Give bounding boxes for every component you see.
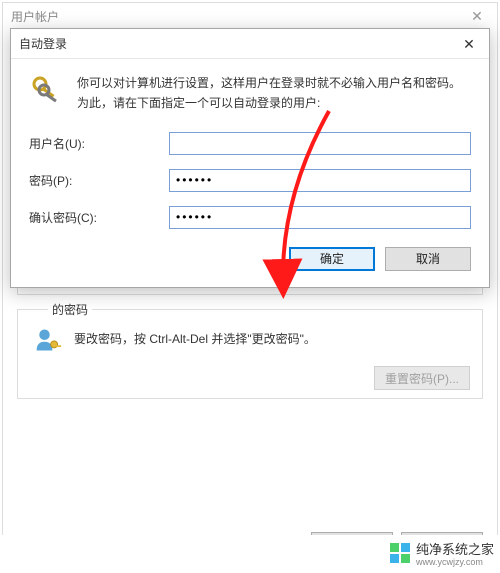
username-label: 用户名(U): bbox=[29, 135, 169, 152]
password-instruction: 要改密码，按 Ctrl-Alt-Del 并选择"更改密码"。 bbox=[74, 324, 316, 347]
modal-title: 自动登录 bbox=[19, 35, 67, 52]
parent-titlebar: 用户帐户 ✕ bbox=[3, 3, 497, 29]
modal-cancel-button[interactable]: 取消 bbox=[385, 247, 471, 271]
modal-titlebar: 自动登录 ✕ bbox=[11, 29, 489, 59]
close-icon: ✕ bbox=[471, 8, 483, 25]
username-input[interactable] bbox=[169, 132, 471, 155]
auto-login-dialog: 自动登录 ✕ 你可以对计算机进行设置，这样用户在登录时就不必输入用户名和密码。为… bbox=[10, 28, 490, 288]
watermark-name: 纯净系统之家 bbox=[416, 539, 494, 558]
modal-close-button[interactable]: ✕ bbox=[449, 29, 489, 59]
modal-info-text: 你可以对计算机进行设置，这样用户在登录时就不必输入用户名和密码。为此，请在下面指… bbox=[77, 73, 471, 114]
password-input[interactable] bbox=[169, 169, 471, 192]
confirm-password-input[interactable] bbox=[169, 206, 471, 229]
user-key-icon bbox=[34, 326, 62, 354]
watermark-logo-icon bbox=[390, 543, 410, 563]
watermark-url: www.ycwjzy.com bbox=[416, 557, 494, 567]
reset-password-button[interactable]: 重置密码(P)... bbox=[374, 366, 470, 390]
modal-footer: 确定 取消 bbox=[29, 247, 471, 271]
password-group: 的密码 要改密码，按 Ctrl-Alt-Del 并选择"更改密码"。 重置密码(… bbox=[17, 309, 483, 399]
modal-ok-button[interactable]: 确定 bbox=[289, 247, 375, 271]
password-legend: 的密码 bbox=[48, 301, 92, 318]
parent-close-button[interactable]: ✕ bbox=[457, 3, 497, 29]
password-label: 密码(P): bbox=[29, 172, 169, 189]
keys-icon bbox=[29, 73, 63, 107]
parent-title: 用户帐户 bbox=[11, 8, 59, 25]
close-icon: ✕ bbox=[463, 36, 475, 53]
modal-body: 你可以对计算机进行设置，这样用户在登录时就不必输入用户名和密码。为此，请在下面指… bbox=[11, 59, 489, 287]
watermark: 纯净系统之家 www.ycwjzy.com bbox=[390, 539, 494, 567]
confirm-label: 确认密码(C): bbox=[29, 209, 169, 226]
